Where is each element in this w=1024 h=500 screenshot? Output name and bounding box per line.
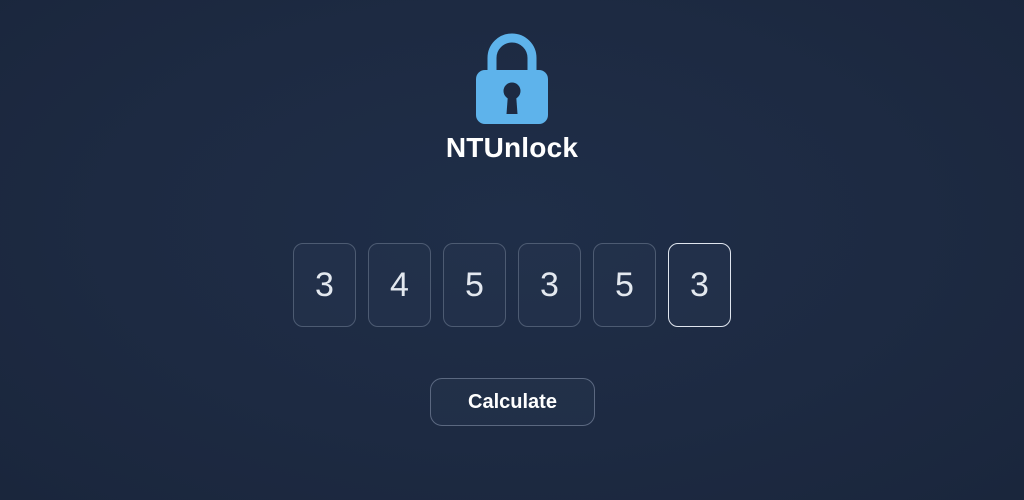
pin-input-row xyxy=(293,243,731,327)
padlock-icon xyxy=(476,33,548,124)
pin-digit-5[interactable] xyxy=(593,243,656,327)
pin-digit-2[interactable] xyxy=(368,243,431,327)
pin-digit-1[interactable] xyxy=(293,243,356,327)
pin-digit-3[interactable] xyxy=(443,243,506,327)
pin-digit-4[interactable] xyxy=(518,243,581,327)
calculate-button[interactable]: Calculate xyxy=(430,378,595,426)
app-container: NTUnlock Calculate xyxy=(0,0,1024,500)
app-title: NTUnlock xyxy=(445,132,579,163)
pin-digit-6[interactable] xyxy=(668,243,731,327)
